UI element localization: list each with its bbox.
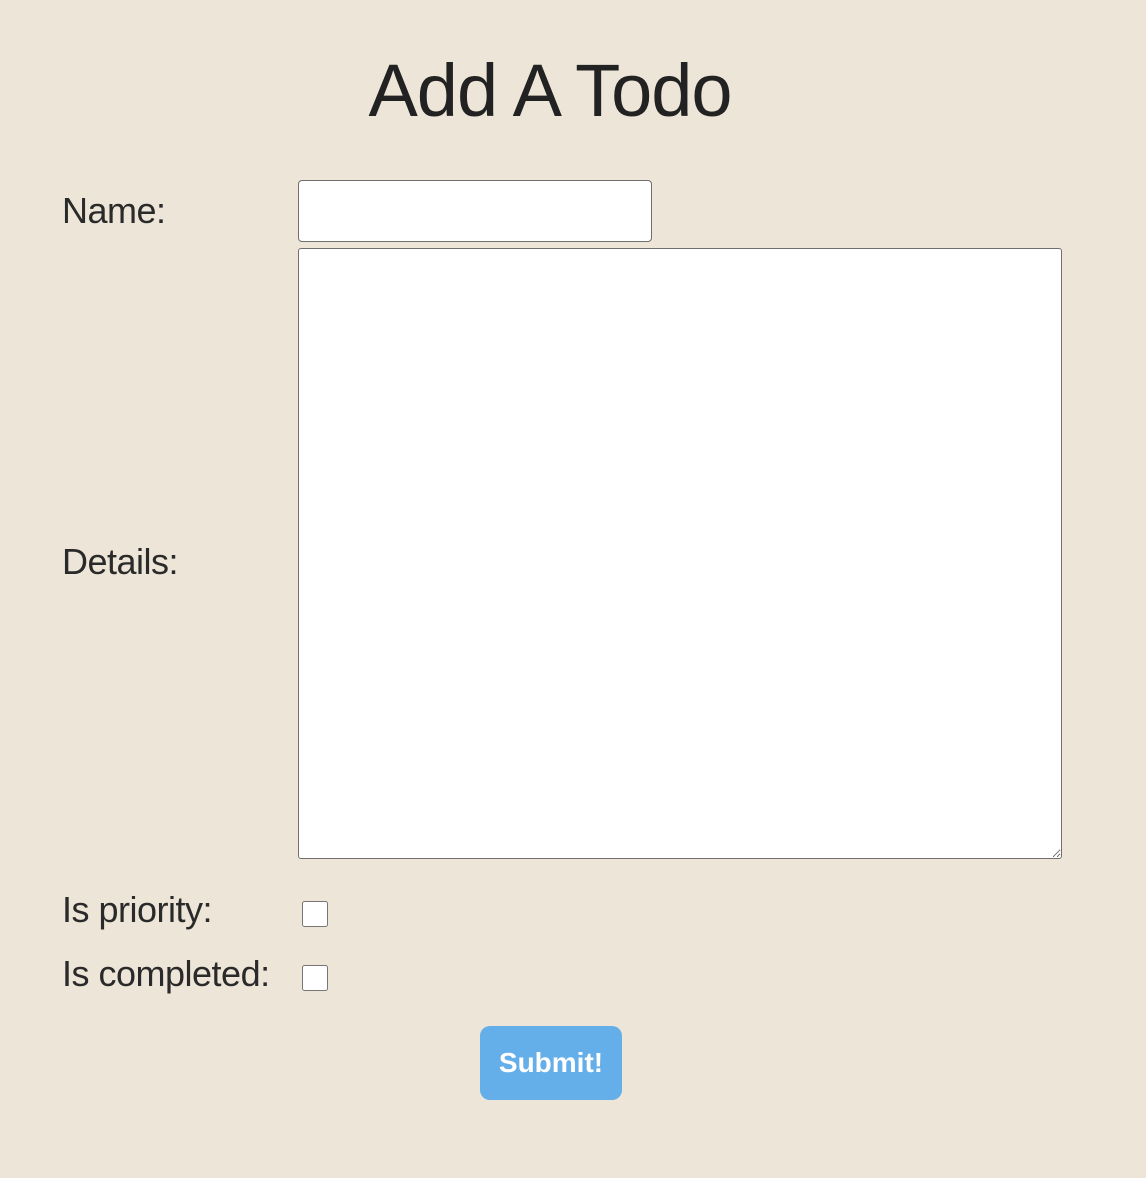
completed-label: Is completed: xyxy=(62,953,270,994)
completed-checkbox[interactable] xyxy=(302,965,328,991)
name-label: Name: xyxy=(62,190,166,231)
priority-label: Is priority: xyxy=(62,889,213,930)
details-label: Details: xyxy=(62,541,179,582)
page-title: Add A Todo xyxy=(368,49,732,132)
name-input[interactable] xyxy=(298,180,652,242)
details-textarea[interactable] xyxy=(298,248,1062,859)
priority-checkbox[interactable] xyxy=(302,901,328,927)
submit-button[interactable]: Submit! xyxy=(480,1026,622,1100)
